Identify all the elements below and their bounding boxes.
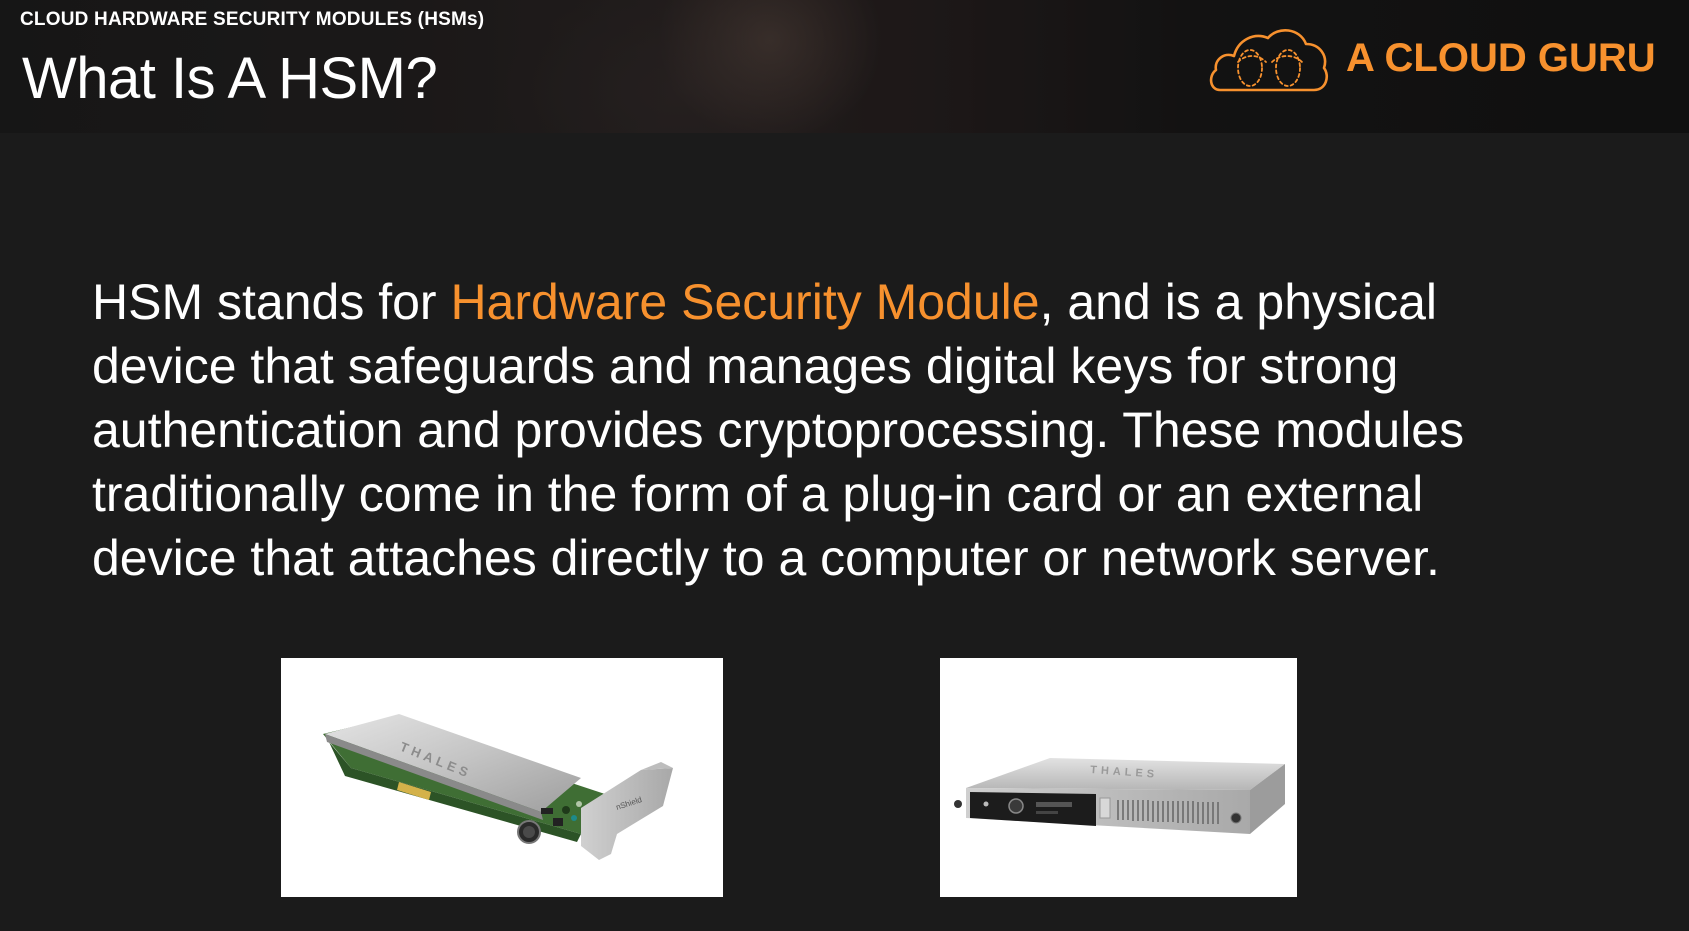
header-banner: CLOUD HARDWARE SECURITY MODULES (HSMs) W… (0, 0, 1689, 133)
brand-logo: A CLOUD GURU (1206, 24, 1666, 96)
paragraph-line-3: authentication and provides cryptoproces… (92, 402, 1465, 458)
hsm-network-appliance-image: THALES (940, 658, 1297, 897)
line1-suffix: , and is a physical (1039, 274, 1438, 330)
highlighted-term: Hardware Security Module (450, 274, 1040, 330)
server-illustration: THALES (954, 758, 1285, 834)
definition-paragraph: HSM stands for Hardware Security Module,… (92, 270, 1652, 590)
slide-title: What Is A HSM? (22, 46, 438, 111)
hsm-pcie-card-image: THALES nShield (281, 658, 723, 897)
pcie-card-illustration: THALES nShield (323, 714, 673, 860)
paragraph-line-2: device that safeguards and manages digit… (92, 338, 1399, 394)
paragraph-line-1: HSM stands for Hardware Security Module,… (92, 270, 1652, 334)
section-title: CLOUD HARDWARE SECURITY MODULES (HSMs) (20, 9, 485, 30)
paragraph-line-4: traditionally come in the form of a plug… (92, 466, 1424, 522)
slide: CLOUD HARDWARE SECURITY MODULES (HSMs) W… (0, 0, 1689, 931)
line1-prefix: HSM stands for (92, 274, 451, 330)
logo-text: A CLOUD GURU (1346, 36, 1656, 80)
paragraph-line-5: device that attaches directly to a compu… (92, 530, 1440, 586)
cloud-logo-icon (1209, 29, 1328, 92)
